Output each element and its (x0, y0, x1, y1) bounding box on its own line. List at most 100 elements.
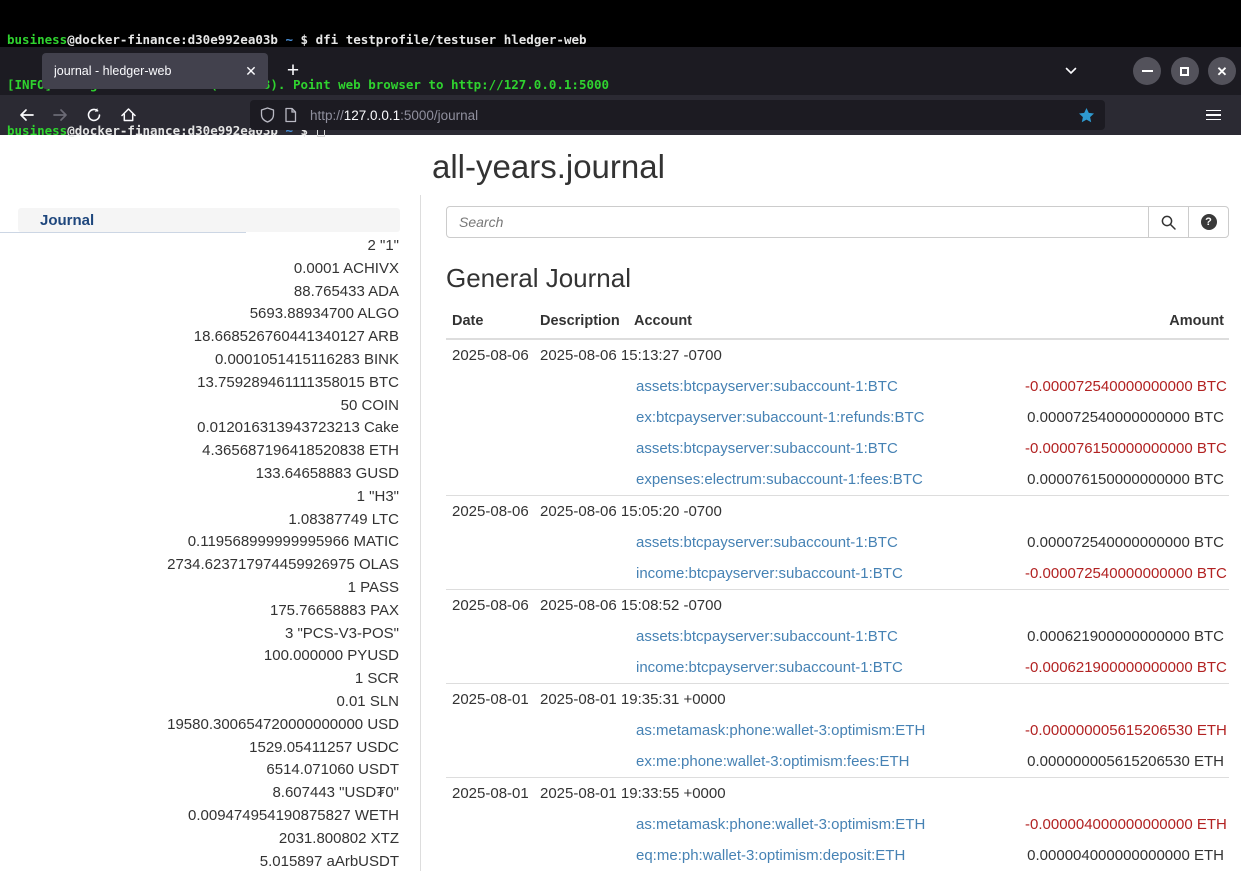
account-link[interactable]: assets:btcpayserver:subaccount-1:BTC (636, 440, 898, 457)
journal-nav-link[interactable]: Journal (40, 212, 94, 229)
account-link[interactable]: assets:btcpayserver:subaccount-1:BTC (636, 534, 898, 551)
posting-account-cell: assets:btcpayserver:subaccount-1:BTC (628, 621, 1019, 652)
shield-icon[interactable] (260, 107, 275, 123)
journal-table: Date Description Account Amount 2025-08-… (446, 308, 1229, 871)
posting-date-spacer (446, 433, 534, 464)
sidebar-item-journal[interactable]: Journal (18, 208, 400, 232)
account-link[interactable]: assets:btcpayserver:subaccount-1:BTC (636, 628, 898, 645)
transaction-amount-spacer (1019, 684, 1229, 716)
transaction-date: 2025-08-06 (446, 339, 534, 371)
main-panel: all-years.journal ? General Journal Date… (420, 135, 1241, 871)
balance-item: 2734.623717974459926975 OLAS (0, 554, 399, 577)
window-maximize-button[interactable] (1171, 57, 1199, 85)
minimize-icon (1142, 70, 1153, 72)
window-close-button[interactable]: ✕ (1208, 57, 1236, 85)
posting-amount: -0.000076150000000000 BTC (1019, 433, 1229, 464)
posting-desc-spacer (534, 840, 628, 871)
list-all-tabs-button[interactable] (1055, 55, 1087, 87)
posting-account-cell: assets:btcpayserver:subaccount-1:BTC (628, 527, 1019, 558)
posting-date-spacer (446, 464, 534, 496)
balance-item: 50 COIN (0, 395, 399, 418)
prompt-tilde: ~ (285, 32, 293, 47)
account-link[interactable]: as:metamask:phone:wallet-3:optimism:ETH (636, 722, 925, 739)
balance-item: 1 SCR (0, 668, 399, 691)
section-heading: General Journal (446, 263, 1229, 294)
balance-item: 1.08387749 LTC (0, 509, 399, 532)
posting-row: assets:btcpayserver:subaccount-1:BTC -0.0… (446, 433, 1229, 464)
posting-date-spacer (446, 809, 534, 840)
back-button[interactable] (10, 99, 42, 131)
posting-row: income:btcpayserver:subaccount-1:BTC-0.0… (446, 558, 1229, 590)
posting-amount: -0.000621900000000000 BTC (1019, 652, 1229, 684)
balance-item: 5.015897 aArbUSDT (0, 851, 399, 871)
account-link[interactable]: eq:me:ph:wallet-3:optimism:deposit:ETH (636, 847, 905, 864)
posting-date-spacer (446, 558, 534, 590)
browser-tab[interactable]: journal - hledger-web ✕ (42, 53, 268, 89)
balances-list: 2 "1"0.0001 ACHIVX88.765433 ADA5693.8893… (0, 235, 420, 871)
journal-table-head: Date Description Account Amount (446, 308, 1229, 339)
posting-desc-spacer (534, 464, 628, 496)
posting-desc-spacer (534, 652, 628, 684)
posting-account-cell: income:btcpayserver:subaccount-1:BTC (628, 558, 1019, 590)
balance-item: 0.0001051415116283 BINK (0, 349, 399, 372)
terminal-line-1: business@docker-finance:d30e992ea03b ~ $… (7, 32, 1241, 47)
account-link[interactable]: expenses:electrum:subaccount-1:fees:BTC (636, 471, 923, 488)
posting-amount: -0.000072540000000000 BTC (1019, 371, 1229, 402)
prompt-dollar: $ (301, 32, 309, 47)
transaction-group: 2025-08-062025-08-06 15:08:52 -0700asset… (446, 590, 1229, 684)
menu-button[interactable] (1197, 99, 1229, 131)
account-link[interactable]: ex:me:phone:wallet-3:optimism:fees:ETH (636, 753, 909, 770)
transaction-group: 2025-08-012025-08-01 19:33:55 +0000 as:me… (446, 778, 1229, 871)
account-link[interactable]: income:btcpayserver:subaccount-1:BTC (636, 659, 903, 676)
transaction-amount-spacer (1019, 590, 1229, 622)
url-bar[interactable]: http://127.0.0.1:5000/journal (250, 100, 1105, 130)
posting-row: assets:btcpayserver:subaccount-1:BTC 0.00… (446, 621, 1229, 652)
account-link[interactable]: ex:btcpayserver:subaccount-1:refunds:BTC (636, 409, 924, 426)
reload-button[interactable] (78, 99, 110, 131)
posting-desc-spacer (534, 809, 628, 840)
posting-amount: 0.000621900000000000 BTC (1019, 621, 1229, 652)
transaction-date: 2025-08-06 (446, 496, 534, 528)
new-tab-button[interactable]: + (278, 56, 308, 86)
account-link[interactable]: as:metamask:phone:wallet-3:optimism:ETH (636, 816, 925, 833)
account-link[interactable]: income:btcpayserver:subaccount-1:BTC (636, 565, 903, 582)
home-button[interactable] (112, 99, 144, 131)
help-icon: ? (1201, 214, 1217, 230)
balance-item: 3 "PCS-V3-POS" (0, 623, 399, 646)
transaction-title-row: 2025-08-012025-08-01 19:33:55 +0000 (446, 778, 1229, 810)
url-rest: :5000/journal (400, 108, 478, 123)
balance-item: 175.76658883 PAX (0, 600, 399, 623)
transaction-date: 2025-08-01 (446, 684, 534, 716)
posting-row: eq:me:ph:wallet-3:optimism:deposit:ETH0.… (446, 840, 1229, 871)
tab-close-icon[interactable]: ✕ (240, 60, 262, 82)
posting-account-cell: expenses:electrum:subaccount-1:fees:BTC (628, 464, 1019, 496)
bookmark-star-icon[interactable] (1078, 107, 1095, 124)
page-title: all-years.journal (432, 148, 1241, 186)
search-button[interactable] (1148, 206, 1189, 238)
posting-date-spacer (446, 402, 534, 433)
account-link[interactable]: assets:btcpayserver:subaccount-1:BTC (636, 378, 898, 395)
page-info-icon[interactable] (284, 107, 297, 123)
forward-button[interactable] (44, 99, 76, 131)
posting-amount: -0.000000005615206530 ETH (1019, 715, 1229, 746)
posting-desc-spacer (534, 402, 628, 433)
transaction-amount-spacer (1019, 778, 1229, 810)
help-button[interactable]: ? (1188, 206, 1229, 238)
transaction-description: 2025-08-01 19:33:55 +0000 (534, 778, 1019, 810)
posting-account-cell: eq:me:ph:wallet-3:optimism:deposit:ETH (628, 840, 1019, 871)
posting-account-cell: assets:btcpayserver:subaccount-1:BTC (628, 433, 1019, 464)
prompt-user: business (7, 32, 67, 47)
posting-amount: 0.000072540000000000 BTC (1019, 527, 1229, 558)
balance-item: 1 PASS (0, 577, 399, 600)
transaction-group: 2025-08-012025-08-01 19:35:31 +0000as:me… (446, 684, 1229, 778)
search-input[interactable] (446, 206, 1149, 238)
posting-desc-spacer (534, 527, 628, 558)
balance-item: 2 "1" (0, 235, 399, 258)
posting-amount: 0.000072540000000000 BTC (1019, 402, 1229, 433)
window-minimize-button[interactable] (1133, 57, 1161, 85)
posting-date-spacer (446, 621, 534, 652)
posting-date-spacer (446, 527, 534, 558)
forward-icon (52, 107, 69, 123)
transaction-description: 2025-08-06 15:05:20 -0700 (534, 496, 1019, 528)
back-icon (18, 107, 35, 123)
